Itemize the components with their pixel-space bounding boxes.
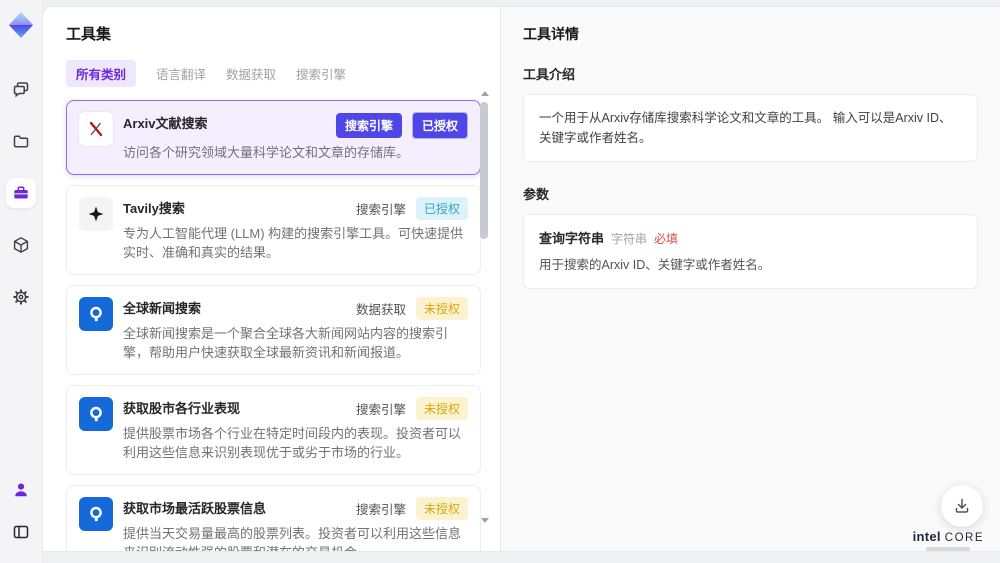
folder-icon[interactable] [6,126,36,156]
scroll-up-icon[interactable] [480,91,489,96]
app-logo-icon [6,10,36,40]
sparkle-icon [79,196,113,231]
main-surface: 工具集 所有类别 语言翻译 数据获取 搜索引擎 Arxiv文献搜索 搜索引擎 已… [42,6,1000,552]
tool-list: Arxiv文献搜索 搜索引擎 已授权 访问各个研究领域大量科学论文和文章的存储库… [66,100,481,552]
intro-card: 一个用于从Arxiv存储库搜索科学论文和文章的工具。 输入可以是Arxiv ID… [523,94,978,162]
tool-auth-badge: 未授权 [415,496,468,520]
tool-category-badge: 搜索引擎 [335,113,402,138]
news-search-icon [79,296,113,331]
param-required-badge: 必填 [654,232,679,246]
panel-toggle-icon[interactable] [6,517,36,547]
param-card: 查询字符串 字符串 必填 用于搜索的Arxiv ID、关键字或作者姓名。 [523,214,978,289]
download-button[interactable] [941,485,983,527]
tool-card[interactable]: 获取市场最活跃股票信息 搜索引擎 未授权 提供当天交易量最高的股票列表。投资者可… [66,484,481,552]
tools-list-pane: 工具集 所有类别 语言翻译 数据获取 搜索引擎 Arxiv文献搜索 搜索引擎 已… [43,7,501,551]
tab-search-engine[interactable]: 搜索引擎 [296,60,346,87]
tool-card[interactable]: 获取股市各行业表现 搜索引擎 未授权 提供股票市场各个行业在特定时间段内的表现。… [66,384,481,475]
tab-language-translation[interactable]: 语言翻译 [156,60,206,87]
news-search-icon [79,496,113,531]
intel-wordmark: intel [912,529,941,544]
tool-description: 访问各个研究领域大量科学论文和文章的存储库。 [123,145,410,160]
tool-auth-badge: 未授权 [415,296,468,320]
params-heading: 参数 [523,187,550,202]
category-tabs: 所有类别 语言翻译 数据获取 搜索引擎 [66,60,478,87]
list-scrollbar[interactable] [480,91,489,523]
briefcase-icon[interactable] [6,178,36,208]
core-wordmark: core [944,532,984,544]
tool-category-badge: 搜索引擎 [355,202,406,217]
tool-auth-badge: 已授权 [415,196,468,220]
tool-name: 获取股市各行业表现 [123,400,241,416]
gear-icon[interactable] [6,282,36,312]
detail-title: 工具详情 [523,26,579,42]
tab-data-fetch[interactable]: 数据获取 [226,60,276,87]
tool-description: 提供股票市场各个行业在特定时间段内的表现。投资者可以利用这些信息来识别表现优于或… [123,425,462,461]
tool-detail-pane: 工具详情 工具介绍 一个用于从Arxiv存储库搜索科学论文和文章的工具。 输入可… [501,7,1000,551]
tool-category-badge: 数据获取 [355,302,406,317]
scrollbar-thumb[interactable] [480,102,488,239]
tool-name: Tavily搜索 [123,200,185,216]
tab-all-categories[interactable]: 所有类别 [66,60,137,87]
scroll-down-icon[interactable] [480,518,489,523]
brand-underline [926,547,971,551]
param-name: 查询字符串 [539,231,605,246]
tool-name: 全球新闻搜索 [123,300,202,316]
tool-auth-badge: 未授权 [415,396,468,420]
app-sidebar [0,0,42,563]
tool-card[interactable]: Tavily搜索 搜索引擎 已授权 专为人工智能代理 (LLM) 构建的搜索引擎… [66,184,481,275]
param-description: 用于搜索的Arxiv ID、关键字或作者姓名。 [539,258,771,272]
chat-icon[interactable] [6,74,36,104]
tool-description: 全球新闻搜索是一个聚合全球各大新闻网站内容的搜索引擎，帮助用户快速获取全球最新资… [123,325,449,361]
tool-card[interactable]: Arxiv文献搜索 搜索引擎 已授权 访问各个研究领域大量科学论文和文章的存储库… [66,100,481,175]
page-title: 工具集 [66,26,112,43]
intel-core-logo: intel core [913,529,984,551]
user-avatar-icon[interactable] [6,475,36,505]
intro-heading: 工具介绍 [523,67,576,82]
tool-auth-badge: 已授权 [411,112,468,139]
param-type: 字符串 [611,232,648,246]
tool-category-badge: 搜索引擎 [355,402,406,417]
tool-category-badge: 搜索引擎 [355,502,406,517]
arxiv-icon [79,112,113,146]
tool-description: 提供当天交易量最高的股票列表。投资者可以利用这些信息来识别流动性强的股票和潜在的… [123,525,462,552]
tool-card[interactable]: 全球新闻搜索 数据获取 未授权 全球新闻搜索是一个聚合全球各大新闻网站内容的搜索… [66,284,481,375]
tool-name: 获取市场最活跃股票信息 [123,500,267,516]
cube-icon[interactable] [6,230,36,260]
news-search-icon [79,396,113,431]
intro-text: 一个用于从Arxiv存储库搜索科学论文和文章的工具。 输入可以是Arxiv ID… [539,111,952,145]
tool-description: 专为人工智能代理 (LLM) 构建的搜索引擎工具。可快速提供实时、准确和真实的结… [123,225,464,261]
download-icon [955,498,969,513]
tool-name: Arxiv文献搜索 [123,116,208,131]
